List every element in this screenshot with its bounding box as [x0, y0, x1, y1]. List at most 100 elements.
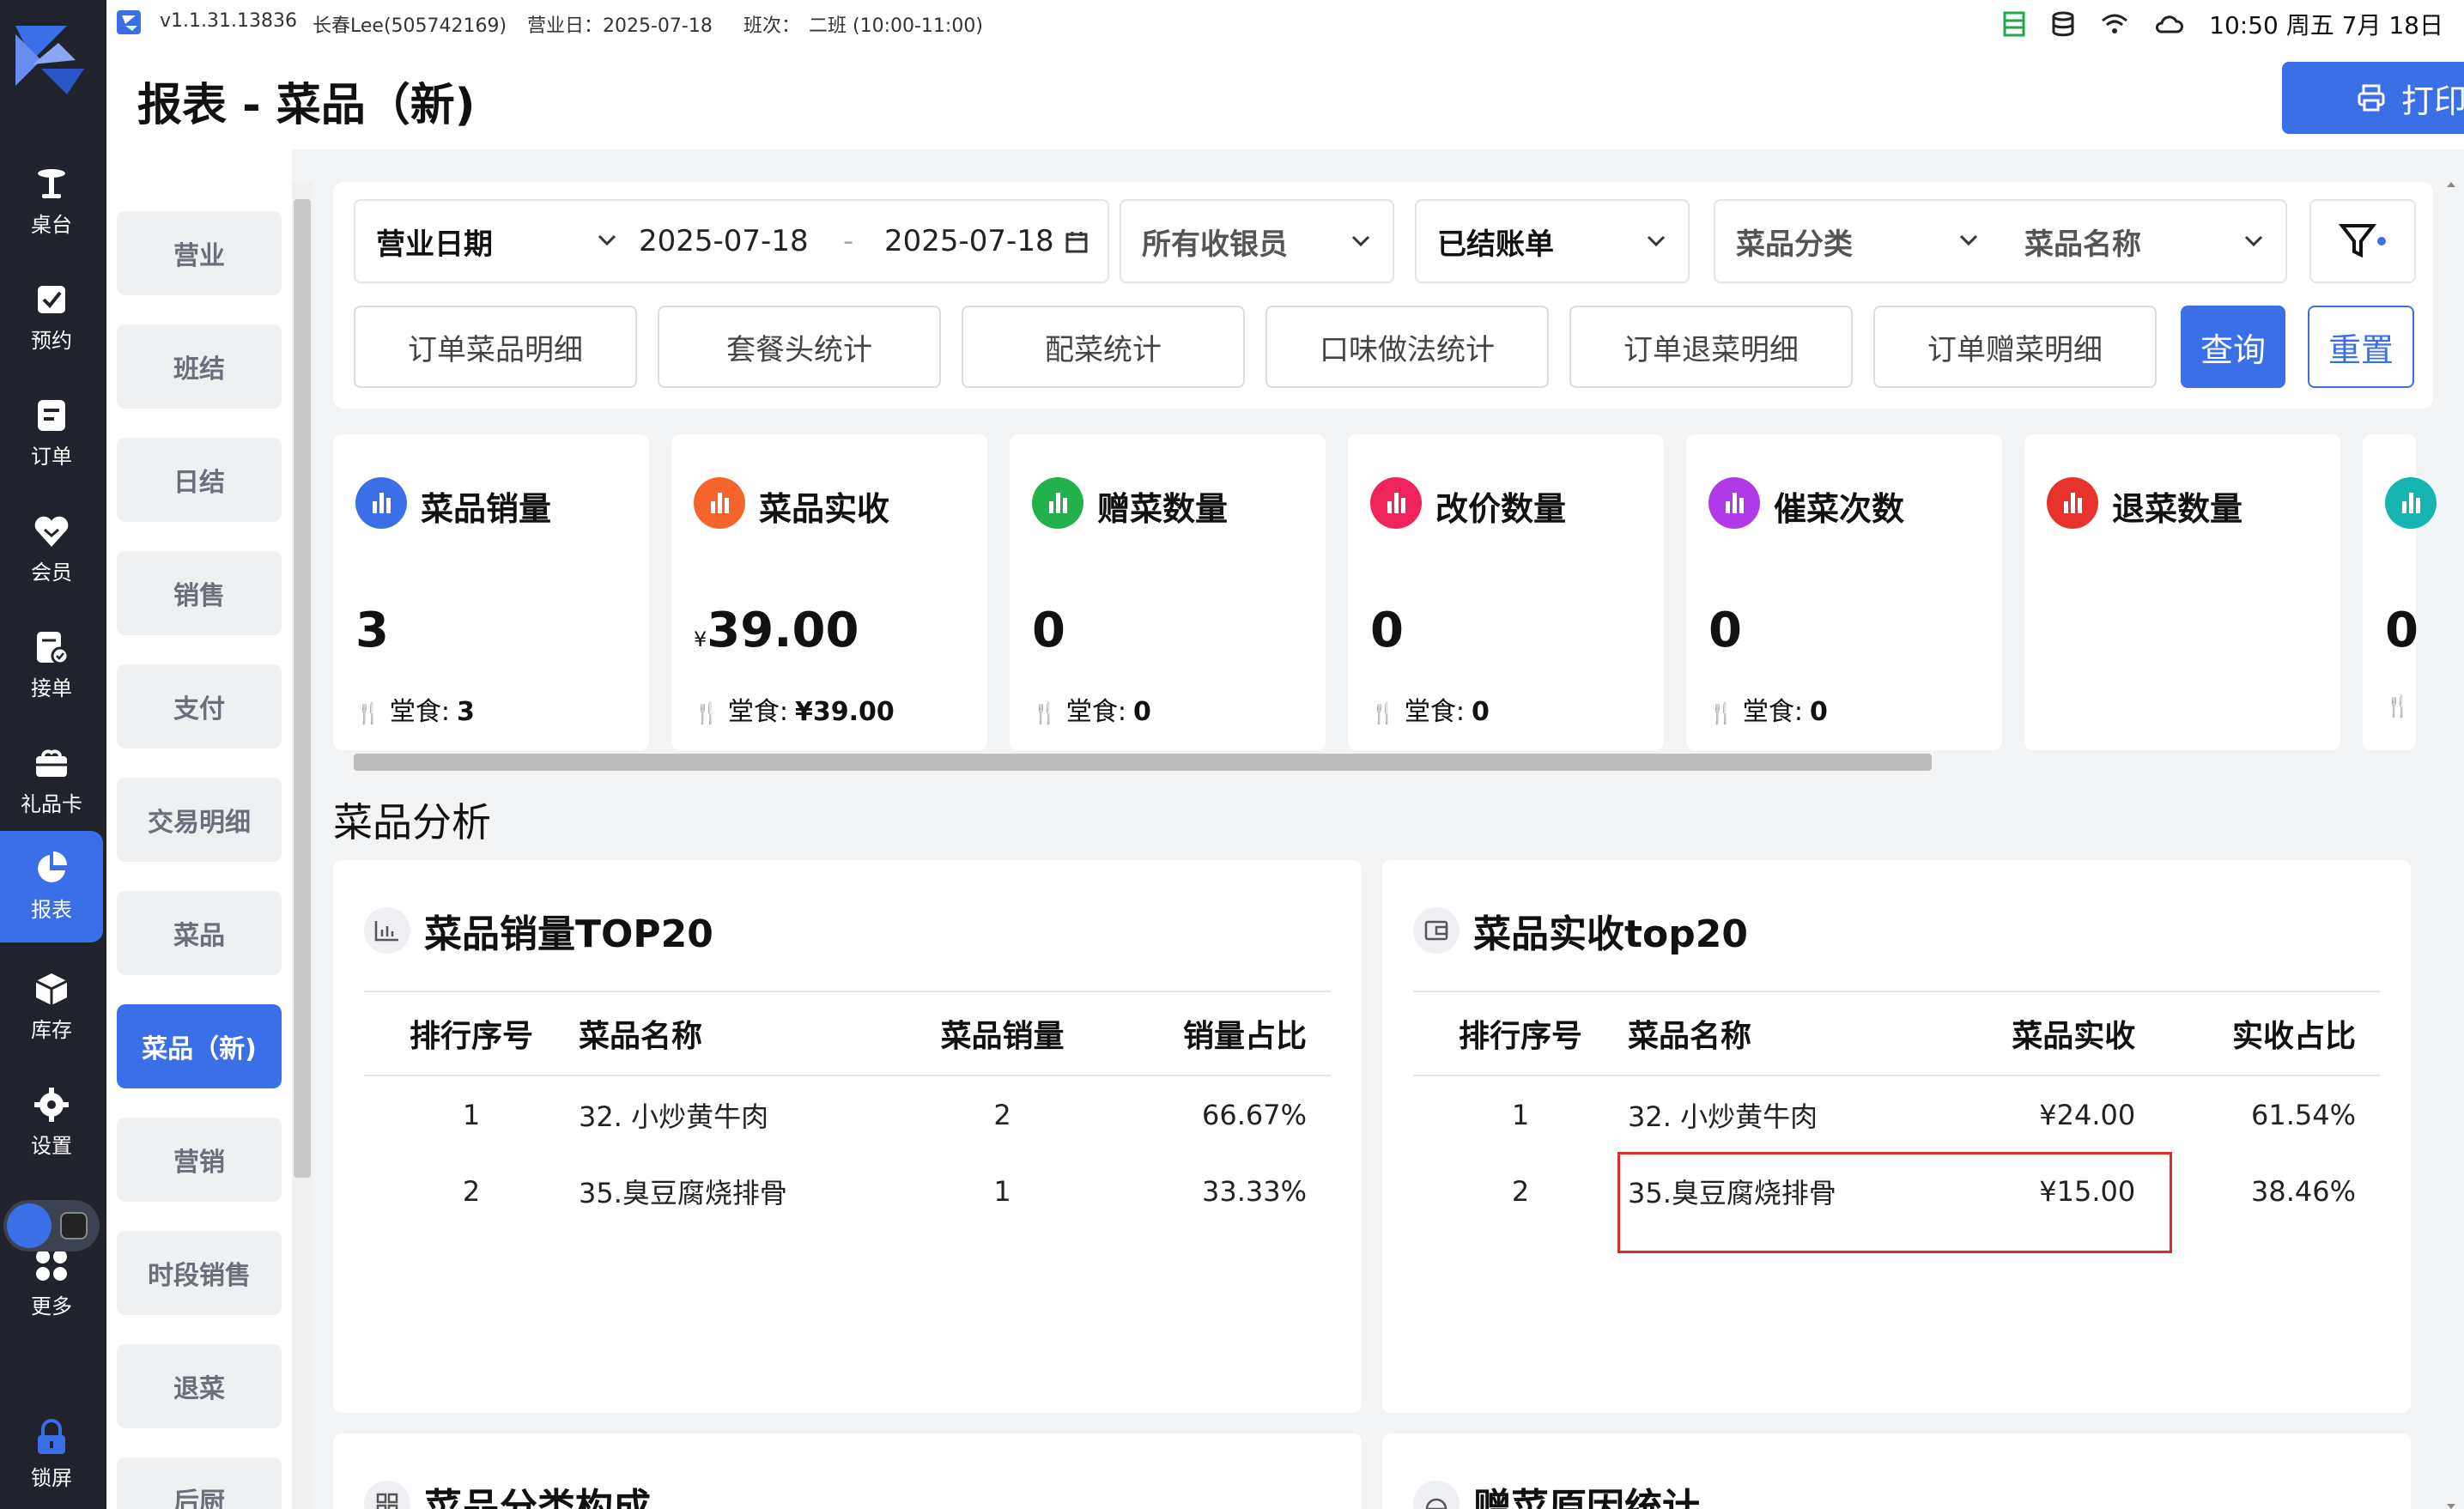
- sub-nav-item[interactable]: 营业: [117, 211, 282, 295]
- sub-nav-item[interactable]: 班结: [117, 324, 282, 409]
- stat-dine-in: 🍴 堂食: 0: [1032, 690, 1151, 728]
- calendar-icon[interactable]: [1065, 230, 1089, 254]
- advanced-filter-button[interactable]: [2309, 199, 2416, 283]
- sub-nav-item[interactable]: 菜品: [117, 891, 282, 975]
- table-header: 排行序号: [364, 991, 579, 1076]
- dine-in-label: 堂食:: [1065, 697, 1126, 727]
- revenue-share-cell: 61.54%: [2250, 1098, 2356, 1131]
- stat-value: 3: [355, 603, 389, 658]
- stat-value: 0: [1708, 603, 1742, 658]
- filter-funnel-icon: [2339, 224, 2386, 258]
- lock-icon: [38, 1419, 65, 1454]
- nav-item-accept-order[interactable]: 接单: [0, 609, 103, 721]
- sales-top20-card: 菜品销量TOP20 排行序号 菜品名称 菜品销量 销量占比 1 32. 小炒黄牛…: [333, 860, 1362, 1413]
- revenue-cell: ¥24.00: [2039, 1098, 2136, 1131]
- more-icon: [36, 1250, 67, 1281]
- dish-category-select[interactable]: 菜品分类: [1736, 221, 1853, 263]
- reservation-icon: [38, 286, 65, 313]
- gift-card-icon: [36, 749, 67, 777]
- report-tab-button[interactable]: 口味做法统计: [1265, 306, 1549, 388]
- stats-horizontal-scrollbar[interactable]: [333, 752, 2433, 773]
- add-mode-icon: [60, 1212, 88, 1239]
- sub-nav-scroll-thumb[interactable]: [294, 199, 311, 1178]
- reset-button[interactable]: 重置: [2308, 306, 2414, 388]
- sub-nav-item[interactable]: 日结: [117, 438, 282, 522]
- nav-item-label: 预约: [31, 329, 72, 353]
- table-header: 菜品名称: [579, 991, 906, 1076]
- nav-item-more[interactable]: 更多: [0, 1245, 103, 1339]
- nav-item-gift-card[interactable]: 礼品卡: [0, 725, 103, 837]
- date-start[interactable]: 2025-07-18: [639, 224, 809, 258]
- nav-item-inventory[interactable]: 库存: [0, 951, 103, 1063]
- dine-in-label: 堂食:: [727, 697, 788, 727]
- bill-status-select[interactable]: 已结账单: [1415, 199, 1690, 283]
- report-tab-button[interactable]: 订单菜品明细: [354, 306, 637, 388]
- price-tag-icon: [1370, 477, 1422, 529]
- dish-name-cell: 32. 小炒黄牛肉: [579, 1100, 769, 1133]
- stat-number: 0: [1370, 603, 1404, 658]
- dine-in-label: 堂食:: [1404, 697, 1465, 727]
- dish-filter[interactable]: 菜品分类 菜品名称: [1714, 199, 2287, 283]
- sub-nav-item[interactable]: 营销: [117, 1118, 282, 1202]
- nav-item-report[interactable]: 报表: [0, 831, 103, 942]
- query-button[interactable]: 查询: [2181, 306, 2285, 388]
- stat-value: 0: [1032, 603, 1065, 658]
- mode-toggle[interactable]: [3, 1200, 100, 1251]
- sub-nav-item[interactable]: 时段销售: [117, 1231, 282, 1315]
- fork-knife-icon: 🍴: [1370, 701, 1396, 725]
- dish-name-select[interactable]: 菜品名称: [2024, 221, 2141, 263]
- chevron-down-icon: [2244, 235, 2263, 247]
- nav-item-member[interactable]: 会员: [0, 494, 103, 605]
- app-small-logo-icon: [117, 10, 141, 34]
- nav-item-settings[interactable]: 设置: [0, 1067, 103, 1179]
- fork-knife-icon: 🍴: [2385, 694, 2411, 718]
- stat-dine-in: 🍴 堂食: 0: [1370, 690, 1490, 728]
- stat-card: 退菜数量: [2024, 434, 2340, 750]
- nav-item-table[interactable]: 桌台: [0, 146, 103, 258]
- nav-item-label: 桌台: [31, 213, 72, 237]
- sub-nav-item[interactable]: 销售: [117, 551, 282, 635]
- sub-nav-item[interactable]: 支付: [117, 664, 282, 748]
- stat-card: 菜品销量 3 🍴 堂食: 3: [333, 434, 649, 750]
- dine-in-value: 0: [1810, 697, 1828, 727]
- table-mode-knob: [7, 1203, 52, 1248]
- chevron-down-icon: [1959, 234, 1978, 246]
- date-type-select[interactable]: 营业日期: [376, 221, 493, 263]
- nav-item-lock[interactable]: 锁屏: [0, 1399, 103, 1509]
- report-sub-nav: 营业班结日结销售支付交易明细菜品菜品（新) 营销时段销售退菜后厨: [106, 149, 292, 1509]
- bill-status-value: 已结账单: [1437, 227, 1554, 262]
- cashier-select[interactable]: 所有收银员: [1120, 199, 1394, 283]
- sub-nav-scrollbar[interactable]: [292, 182, 313, 1509]
- revenue-share-cell: 38.46%: [2250, 1175, 2356, 1208]
- stat-title: 菜品实收: [759, 490, 890, 528]
- stats-scroll-thumb[interactable]: [354, 754, 1932, 771]
- report-tab-button[interactable]: 套餐头统计: [658, 306, 941, 388]
- rank-cell: 1: [462, 1098, 481, 1131]
- report-tab-button[interactable]: 订单赠菜明细: [1873, 306, 2157, 388]
- database-icon[interactable]: [2051, 11, 2075, 37]
- sub-nav-item[interactable]: 后厨: [117, 1457, 282, 1509]
- date-end[interactable]: 2025-07-18: [884, 224, 1054, 258]
- nav-item-label: 会员: [31, 561, 72, 585]
- sub-nav-item[interactable]: 交易明细: [117, 778, 282, 862]
- date-range-filter[interactable]: 营业日期 2025-07-18 - 2025-07-18: [354, 199, 1109, 283]
- ledger-icon[interactable]: [2003, 11, 2025, 37]
- sub-nav-item[interactable]: 退菜: [117, 1344, 282, 1428]
- nav-item-label: 礼品卡: [21, 792, 82, 816]
- stat-title: 菜品销量: [421, 490, 552, 528]
- stat-card: 改价数量 0 🍴 堂食: 0: [1348, 434, 1664, 750]
- table-header: 实收占比: [2159, 991, 2380, 1076]
- table-header: 菜品销量: [905, 991, 1100, 1076]
- report-tab-button[interactable]: 订单退菜明细: [1569, 306, 1853, 388]
- revenue-top20-card: 菜品实收top20 排行序号 菜品名称 菜品实收 实收占比 1 32. 小炒黄牛…: [1382, 860, 2411, 1413]
- main-scrollbar[interactable]: [2438, 182, 2464, 1509]
- revenue-top20-title: 菜品实收top20: [1473, 912, 1748, 956]
- report-tab-button[interactable]: 配菜统计: [962, 306, 1245, 388]
- print-button[interactable]: 打印: [2282, 62, 2464, 134]
- nav-item-reservation[interactable]: 预约: [0, 262, 103, 373]
- dine-in-value: 3: [457, 697, 475, 727]
- sub-nav-item[interactable]: 菜品（新): [117, 1004, 282, 1088]
- chevron-down-icon: [598, 234, 616, 246]
- nav-item-order[interactable]: 订单: [0, 378, 103, 489]
- app-logo-icon: [15, 26, 84, 94]
